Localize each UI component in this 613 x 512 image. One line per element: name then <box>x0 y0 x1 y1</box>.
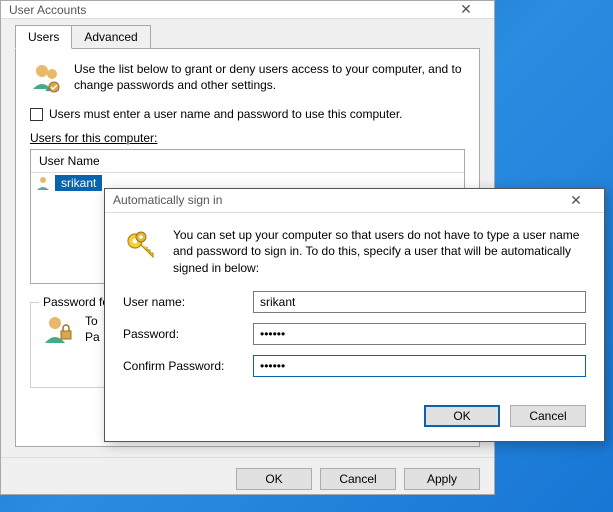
dialog-body: You can set up your computer so that use… <box>105 213 604 397</box>
auto-signin-dialog: Automatically sign in ✕ You can set up y… <box>104 188 605 442</box>
dialog-intro-text: You can set up your computer so that use… <box>173 227 586 277</box>
close-icon[interactable]: ✕ <box>446 1 486 18</box>
users-list-label: Users for this computer: <box>30 131 465 145</box>
dialog-button-bar: OK Cancel <box>105 397 604 441</box>
apply-button[interactable]: Apply <box>404 468 480 490</box>
keys-icon <box>123 227 159 277</box>
dialog-titlebar: Automatically sign in ✕ <box>105 189 604 213</box>
username-field[interactable] <box>253 291 586 313</box>
user-name-cell: srikant <box>55 175 102 191</box>
user-icon <box>35 175 51 191</box>
window-title: User Accounts <box>9 3 446 17</box>
cancel-button[interactable]: Cancel <box>320 468 396 490</box>
button-bar: OK Cancel Apply <box>1 457 494 500</box>
users-icon <box>30 61 64 95</box>
password-text: To Pa <box>85 313 100 347</box>
intro-text: Use the list below to grant or deny user… <box>74 61 465 95</box>
titlebar: User Accounts ✕ <box>1 1 494 19</box>
ok-button[interactable]: OK <box>424 405 500 427</box>
password-field[interactable] <box>253 323 586 345</box>
cancel-button[interactable]: Cancel <box>510 405 586 427</box>
tab-users[interactable]: Users <box>15 25 72 49</box>
username-label: User name: <box>123 295 253 309</box>
checkbox-label: Users must enter a user name and passwor… <box>49 107 403 121</box>
user-icon <box>41 313 75 347</box>
tab-advanced[interactable]: Advanced <box>71 25 150 48</box>
dialog-title: Automatically sign in <box>113 193 556 207</box>
confirm-password-field[interactable] <box>253 355 586 377</box>
column-header-username[interactable]: User Name <box>31 150 464 173</box>
must-login-checkbox-row[interactable]: Users must enter a user name and passwor… <box>30 107 465 121</box>
checkbox-icon[interactable] <box>30 108 43 121</box>
confirm-password-label: Confirm Password: <box>123 359 253 373</box>
close-icon[interactable]: ✕ <box>556 192 596 209</box>
tab-strip: Users Advanced <box>15 25 480 49</box>
password-label: Password: <box>123 327 253 341</box>
ok-button[interactable]: OK <box>236 468 312 490</box>
